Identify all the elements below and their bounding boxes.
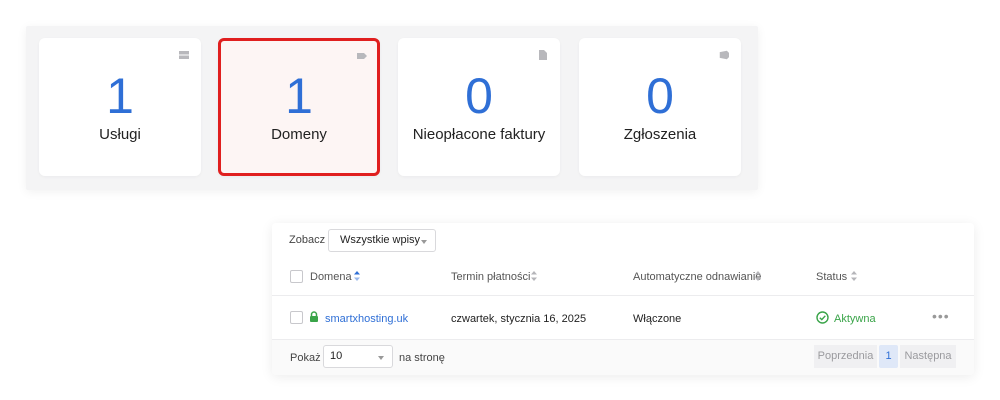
more-actions-icon[interactable]: ••• <box>932 309 950 323</box>
card-services[interactable]: 1 Usługi <box>39 38 201 176</box>
services-label: Usługi <box>99 126 141 143</box>
page-size-label: Pokaż <box>290 352 321 364</box>
document-icon <box>539 50 547 60</box>
domains-count: 1 <box>285 68 313 124</box>
column-header-domain[interactable]: Domena <box>310 270 352 284</box>
next-page-button[interactable]: Następna <box>900 345 956 368</box>
tickets-label: Zgłoszenia <box>623 126 697 143</box>
card-tickets[interactable]: 0 Zgłoszenia <box>579 38 741 176</box>
row-checkbox[interactable] <box>290 311 303 324</box>
page-number-button[interactable]: 1 <box>879 345 898 368</box>
domain-link[interactable]: smartxhosting.uk <box>325 312 408 326</box>
filter-select-value: Wszystkie wpisy <box>340 234 421 246</box>
page-size-value: 10 <box>330 350 343 362</box>
tickets-count: 0 <box>646 68 674 124</box>
sort-icon[interactable] <box>754 270 762 282</box>
sort-icon[interactable] <box>530 270 538 282</box>
check-circle-icon <box>816 311 829 324</box>
sort-icon[interactable] <box>353 270 361 282</box>
card-unpaid-invoices[interactable]: 0 Nieopłacone faktury <box>398 38 560 176</box>
unpaid-invoices-count: 0 <box>465 68 493 124</box>
per-page-label: na stronę <box>399 352 445 364</box>
table-footer: Pokaż 10 na stronę Poprzednia 1 Następna <box>272 340 974 375</box>
domains-table-panel: Zobacz Wszystkie wpisy Domena Termin pła… <box>272 223 974 375</box>
tag-icon <box>357 53 367 59</box>
due-date-cell: czwartek, stycznia 16, 2025 <box>451 313 587 325</box>
sort-icon[interactable] <box>850 270 858 282</box>
previous-page-button[interactable]: Poprzednia <box>814 345 877 368</box>
select-all-checkbox[interactable] <box>290 270 303 283</box>
chevron-down-icon <box>378 356 384 360</box>
column-header-due-date[interactable]: Termin płatności <box>451 270 530 284</box>
services-count: 1 <box>106 68 134 124</box>
server-icon <box>179 51 189 59</box>
chevron-down-icon <box>421 240 427 244</box>
domains-label: Domeny <box>271 126 327 143</box>
column-header-auto-renew[interactable]: Automatyczne odnawianie <box>633 270 761 284</box>
filter-select[interactable]: Wszystkie wpisy <box>328 229 436 252</box>
unpaid-invoices-label: Nieopłacone faktury <box>412 126 546 143</box>
summary-cards-panel: 1 Usługi 1 Domeny 0 Nieopłacone faktury … <box>26 26 758 190</box>
column-header-status[interactable]: Status <box>816 270 847 284</box>
filter-label: Zobacz <box>289 234 326 246</box>
page-size-select[interactable]: 10 <box>323 345 393 368</box>
card-domains[interactable]: 1 Domeny <box>218 38 380 176</box>
ticket-icon <box>719 50 729 60</box>
lock-icon <box>310 311 318 322</box>
auto-renew-cell: Włączone <box>633 313 682 325</box>
status-badge: Aktywna <box>834 313 876 325</box>
header-divider <box>272 295 974 296</box>
